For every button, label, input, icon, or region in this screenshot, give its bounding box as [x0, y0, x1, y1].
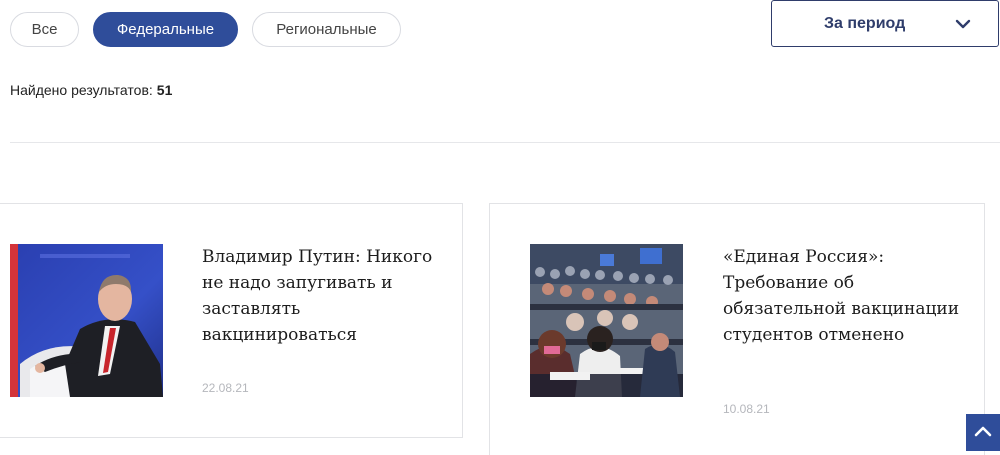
news-card-date: 10.08.21	[723, 402, 770, 416]
results-label: Найдено результатов:	[10, 82, 153, 98]
divider	[10, 142, 1000, 143]
news-card-image[interactable]	[10, 244, 163, 397]
news-page: Все Федеральные Региональные За период Н…	[0, 0, 1000, 455]
filter-regional-button[interactable]: Региональные	[252, 12, 401, 47]
scroll-to-top-button[interactable]	[966, 414, 1000, 451]
chevron-down-icon	[955, 19, 971, 29]
news-card-date: 22.08.21	[202, 381, 249, 395]
news-card[interactable]: «Единая Россия»: Требование об обязатель…	[489, 203, 985, 455]
photo-students-auditorium	[530, 244, 683, 397]
photo-putin	[10, 244, 163, 397]
results-summary: Найдено результатов: 51	[10, 80, 172, 100]
filter-federal-button[interactable]: Федеральные	[93, 12, 238, 47]
filter-all-button[interactable]: Все	[10, 12, 79, 47]
news-card[interactable]: Владимир Путин: Никого не надо запугиват…	[0, 203, 463, 438]
period-dropdown[interactable]: За период	[771, 0, 999, 47]
news-card-title[interactable]: Владимир Путин: Никого не надо запугиват…	[202, 244, 442, 348]
results-count: 51	[156, 82, 173, 98]
news-card-image[interactable]	[530, 244, 683, 397]
chevron-up-icon	[974, 426, 992, 437]
news-card-title[interactable]: «Единая Россия»: Требование об обязатель…	[723, 244, 973, 348]
period-dropdown-label: За период	[824, 15, 906, 32]
